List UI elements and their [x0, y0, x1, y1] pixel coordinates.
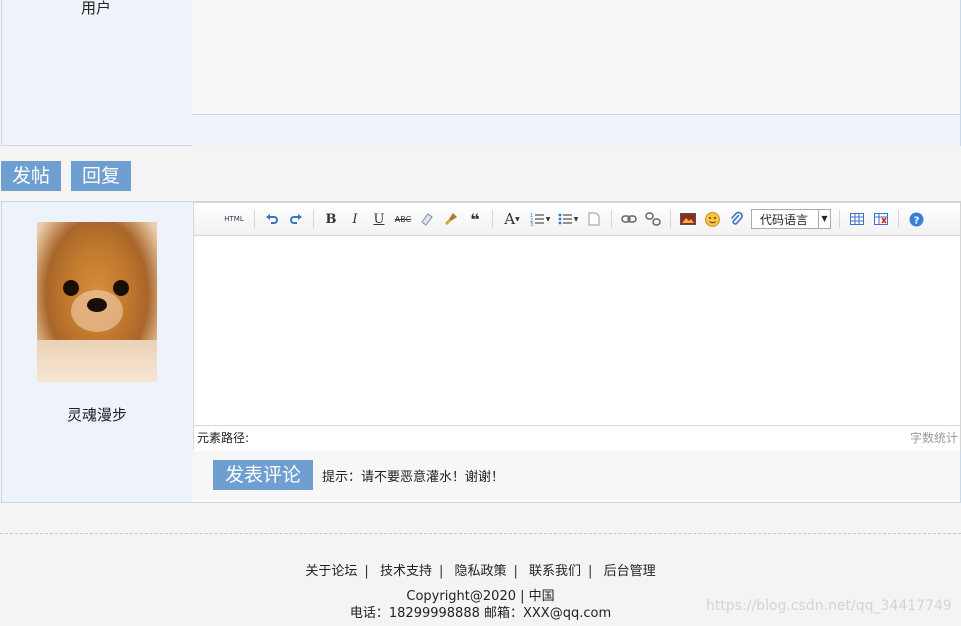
redo-icon[interactable]: [287, 210, 305, 228]
svg-text:3: 3: [530, 222, 533, 226]
post-button[interactable]: 发帖: [1, 161, 61, 191]
image-icon[interactable]: [679, 210, 697, 228]
footer-link-support[interactable]: 技术支持: [380, 564, 432, 579]
footer-link-contact[interactable]: 联系我们: [529, 564, 581, 579]
top-post-user-panel: [1, 0, 193, 146]
undo-icon[interactable]: [263, 210, 281, 228]
footer-links: 关于论坛 | 技术支持 | 隐私政策 | 联系我们 | 后台管理: [305, 564, 656, 579]
editor-statusbar: 元素路径: 字数统计: [194, 425, 960, 451]
code-language-select[interactable]: 代码语言 ▼: [751, 209, 831, 229]
avatar: [37, 222, 157, 382]
underline-icon[interactable]: U: [370, 210, 388, 228]
toolbar-separator: [898, 210, 899, 228]
footer-divider: [0, 533, 961, 534]
footer-link-admin[interactable]: 后台管理: [604, 564, 656, 579]
unlink-icon[interactable]: [644, 210, 662, 228]
help-icon[interactable]: ?: [907, 210, 925, 228]
word-count-label: 字数统计: [909, 431, 958, 445]
html-icon[interactable]: HTML: [222, 210, 246, 228]
top-post-user-label: 用户: [80, 0, 111, 17]
attachment-icon[interactable]: [727, 210, 745, 228]
element-path-label: 元素路径:: [197, 431, 250, 445]
toolbar-separator: [611, 210, 612, 228]
toolbar-separator: [254, 210, 255, 228]
format-brush-icon[interactable]: [442, 210, 460, 228]
submit-hint: 提示：请不要恶意灌水！谢谢！: [322, 470, 505, 485]
chevron-down-icon: ▼: [818, 210, 830, 228]
table-icon[interactable]: [848, 210, 866, 228]
editor-toolbar: HTML B I U ABC ❝ A ▼ 1 2 3 ▼ ▼ 代码语言 ▼ ?: [194, 203, 960, 236]
italic-icon[interactable]: I: [346, 210, 364, 228]
ordered-list-icon[interactable]: 1 2 3 ▼: [529, 210, 551, 228]
link-icon[interactable]: [620, 210, 638, 228]
strikethrough-icon[interactable]: ABC: [394, 210, 412, 228]
reply-button[interactable]: 回复: [71, 161, 131, 191]
emoji-icon[interactable]: [703, 210, 721, 228]
page-icon[interactable]: [585, 210, 603, 228]
top-post-footer-strip: [192, 114, 960, 146]
editor-content-area[interactable]: [194, 236, 960, 425]
toolbar-separator: [313, 210, 314, 228]
submit-comment-button[interactable]: 发表评论: [213, 460, 313, 490]
font-color-icon[interactable]: A ▼: [501, 210, 523, 228]
delete-table-icon[interactable]: [872, 210, 890, 228]
toolbar-separator: [670, 210, 671, 228]
unordered-list-icon[interactable]: ▼: [557, 210, 579, 228]
top-post-content-panel: [192, 0, 961, 146]
footer-link-privacy[interactable]: 隐私政策: [454, 564, 506, 579]
rich-text-editor: HTML B I U ABC ❝ A ▼ 1 2 3 ▼ ▼ 代码语言 ▼ ? …: [193, 202, 961, 451]
watermark: https://blog.csdn.net/qq_34417749: [706, 598, 952, 614]
toolbar-separator: [839, 210, 840, 228]
bold-icon[interactable]: B: [322, 210, 340, 228]
toolbar-separator: [492, 210, 493, 228]
footer-link-about[interactable]: 关于论坛: [305, 564, 357, 579]
eraser-icon[interactable]: [418, 210, 436, 228]
blockquote-icon[interactable]: ❝: [466, 210, 484, 229]
svg-text:?: ?: [913, 215, 919, 226]
reply-username: 灵魂漫步: [66, 406, 127, 424]
